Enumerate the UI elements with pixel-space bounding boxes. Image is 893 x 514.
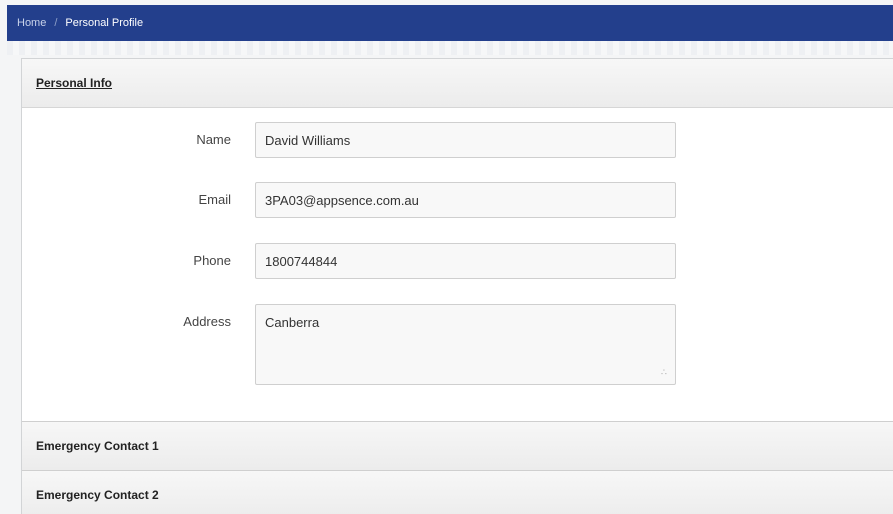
- phone-field[interactable]: [255, 243, 676, 279]
- personal-info-form: Name Email Phone Address Canberra ∴: [22, 108, 893, 422]
- section-header-emergency-contact-1[interactable]: Emergency Contact 1: [22, 422, 893, 471]
- email-label: Email: [198, 192, 231, 207]
- section-header-personal-info[interactable]: Personal Info: [22, 59, 893, 108]
- address-field[interactable]: Canberra: [255, 304, 676, 385]
- name-label: Name: [196, 132, 231, 147]
- profile-accordion: Personal Info Name Email Phone Address C…: [21, 58, 893, 514]
- section-header-emergency-contact-2[interactable]: Emergency Contact 2: [22, 471, 893, 514]
- breadcrumb-separator: /: [54, 17, 58, 29]
- name-field[interactable]: [255, 122, 676, 158]
- decorative-stripe: [7, 41, 893, 55]
- section-title: Emergency Contact 1: [36, 439, 159, 453]
- email-field[interactable]: [255, 182, 676, 218]
- phone-label: Phone: [193, 253, 231, 268]
- section-title: Emergency Contact 2: [36, 488, 159, 502]
- resize-grip-icon[interactable]: ∴: [661, 368, 673, 382]
- breadcrumb-current: Personal Profile: [65, 17, 144, 29]
- breadcrumb-home-link[interactable]: Home: [17, 17, 46, 29]
- address-label: Address: [183, 314, 231, 329]
- section-title: Personal Info: [36, 76, 113, 90]
- breadcrumb: Home / Personal Profile: [7, 5, 893, 41]
